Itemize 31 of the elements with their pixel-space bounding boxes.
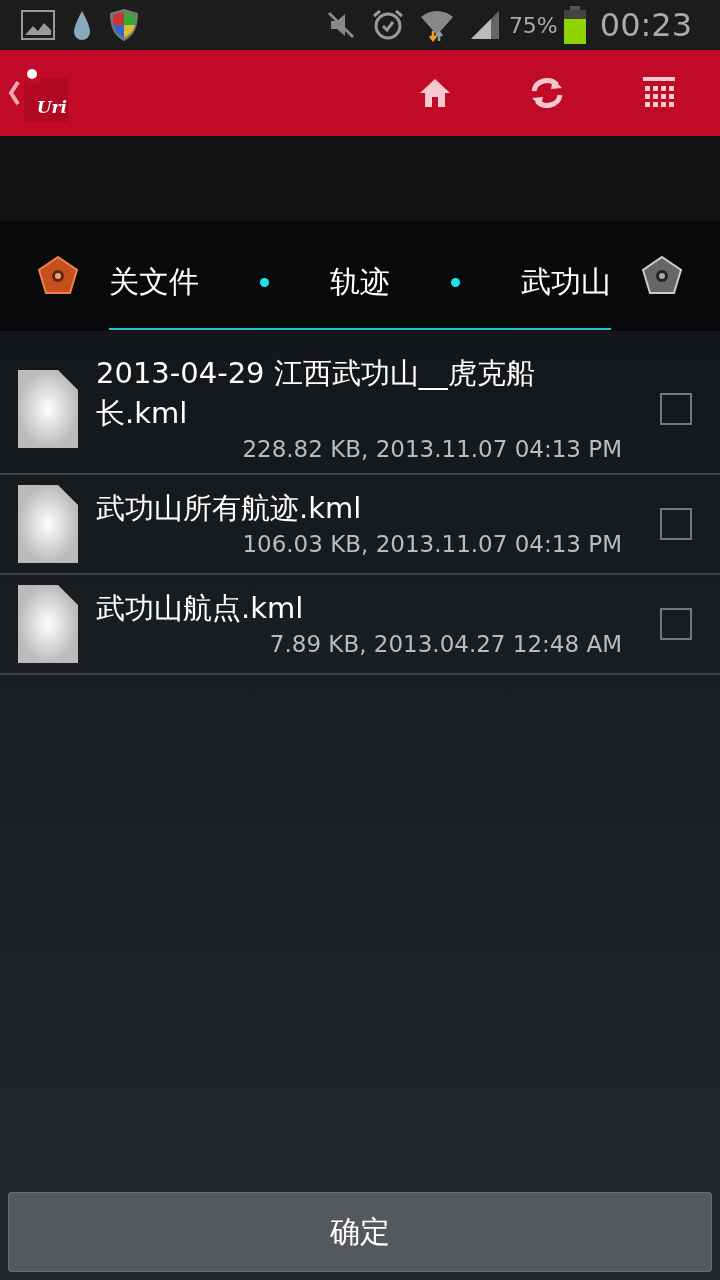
picture-icon [20,7,56,43]
file-details: 228.82 KB, 2013.11.07 04:13 PM [241,435,622,464]
breadcrumb-item[interactable]: 武功山 [521,261,611,303]
breadcrumb-item[interactable]: 轨迹 [330,261,390,303]
file-row[interactable]: 武功山航点.kml 7.89 KB, 2013.04.27 12:48 AM [0,575,720,675]
scroll-right-gem-icon[interactable] [641,255,683,297]
file-icon [16,583,80,665]
scroll-left-gem-icon[interactable] [37,255,79,297]
breadcrumb-item[interactable]: 关文件 [109,261,199,303]
battery-icon [563,6,586,44]
separator-dot-icon [260,277,269,287]
clock: 00:23 [599,6,692,44]
separator-dot-icon [451,277,460,287]
shield-icon [108,7,140,43]
back-chevron-icon [8,80,20,106]
file-name: 武功山所有航迹.kml [96,490,363,527]
app-logo-button[interactable]: Uri [0,63,68,123]
file-details: 7.89 KB, 2013.04.27 12:48 AM [268,630,622,659]
file-row[interactable]: 2013-04-29 江西武功山__虎克船长.kml 228.82 KB, 2013.11.07 04:13 PM [0,345,720,475]
file-name: 武功山航点.kml [96,590,305,627]
file-row[interactable]: 武功山所有航迹.kml 106.03 KB, 2013.11.07 04:13 PM [0,475,720,575]
checkbox[interactable] [660,508,692,540]
checkbox[interactable] [660,608,692,640]
checkbox[interactable] [660,393,692,425]
confirm-button[interactable]: 确定 [8,1192,712,1272]
file-icon [16,368,80,450]
battery-percent: 75% [508,12,558,38]
file-name: 2013-04-29 江西武功山__虎克船长.kml [96,355,536,432]
file-details: 106.03 KB, 2013.11.07 04:13 PM [241,530,622,559]
file-icon [16,483,80,565]
alarm-icon [370,8,405,42]
